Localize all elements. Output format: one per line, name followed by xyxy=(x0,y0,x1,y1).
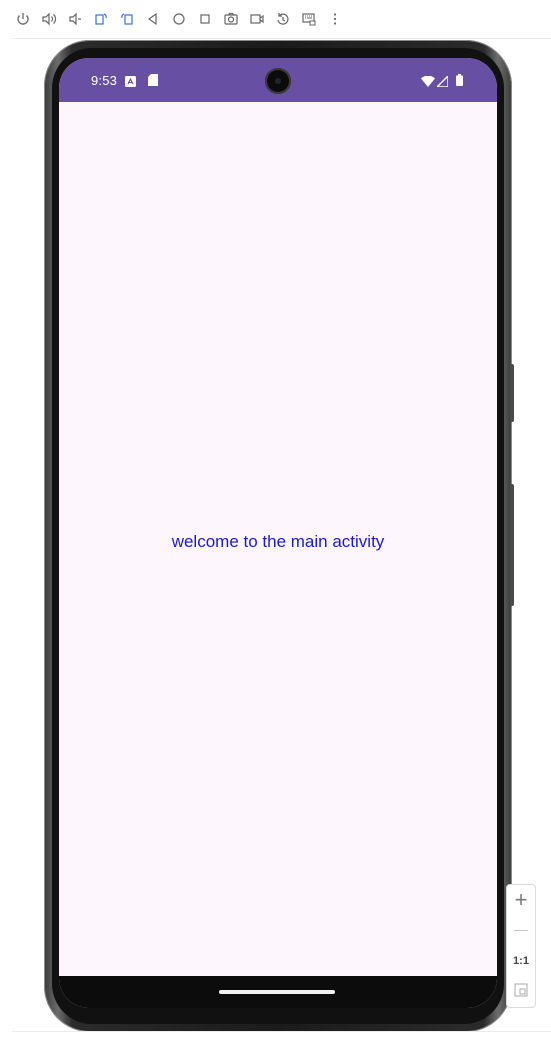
power-side-button xyxy=(510,364,514,422)
sd-card-icon xyxy=(148,73,158,91)
volume-side-button xyxy=(510,484,514,606)
rotate-left-icon[interactable] xyxy=(90,8,112,30)
more-icon[interactable] xyxy=(324,8,346,30)
wifi-icon xyxy=(421,74,435,92)
status-time: 9:53 xyxy=(91,73,118,88)
volume-down-icon[interactable] xyxy=(64,8,86,30)
camera-icon[interactable] xyxy=(220,8,242,30)
zoom-out-button[interactable]: — xyxy=(507,921,535,937)
cellular-signal-icon xyxy=(435,74,449,92)
front-camera xyxy=(265,68,291,94)
keyboard-icon[interactable] xyxy=(298,8,320,30)
snapshot-icon[interactable] xyxy=(272,8,294,30)
navigation-bar xyxy=(59,976,497,1008)
screen-record-icon[interactable] xyxy=(246,8,268,30)
overview-icon[interactable] xyxy=(194,8,216,30)
fit-screen-icon[interactable] xyxy=(507,983,535,1002)
volume-up-icon[interactable] xyxy=(38,8,60,30)
power-icon[interactable] xyxy=(12,8,34,30)
notification-a-icon xyxy=(125,74,136,92)
home-icon[interactable] xyxy=(168,8,190,30)
zoom-in-button[interactable]: + xyxy=(507,889,535,911)
device-screen[interactable]: 9:53 welcome to the main activity xyxy=(59,58,497,1008)
zoom-controls: + — 1:1 xyxy=(506,884,536,1008)
status-bar: 9:53 xyxy=(59,58,497,102)
welcome-message: welcome to the main activity xyxy=(171,532,385,551)
rotate-right-icon[interactable] xyxy=(116,8,138,30)
bottom-divider xyxy=(12,1031,551,1032)
toolbar-divider xyxy=(12,38,551,39)
back-icon[interactable] xyxy=(142,8,164,30)
battery-icon xyxy=(456,73,463,91)
home-gesture-handle[interactable] xyxy=(219,990,335,994)
actual-size-button[interactable]: 1:1 xyxy=(507,955,535,967)
emulator-toolbar xyxy=(0,0,551,38)
